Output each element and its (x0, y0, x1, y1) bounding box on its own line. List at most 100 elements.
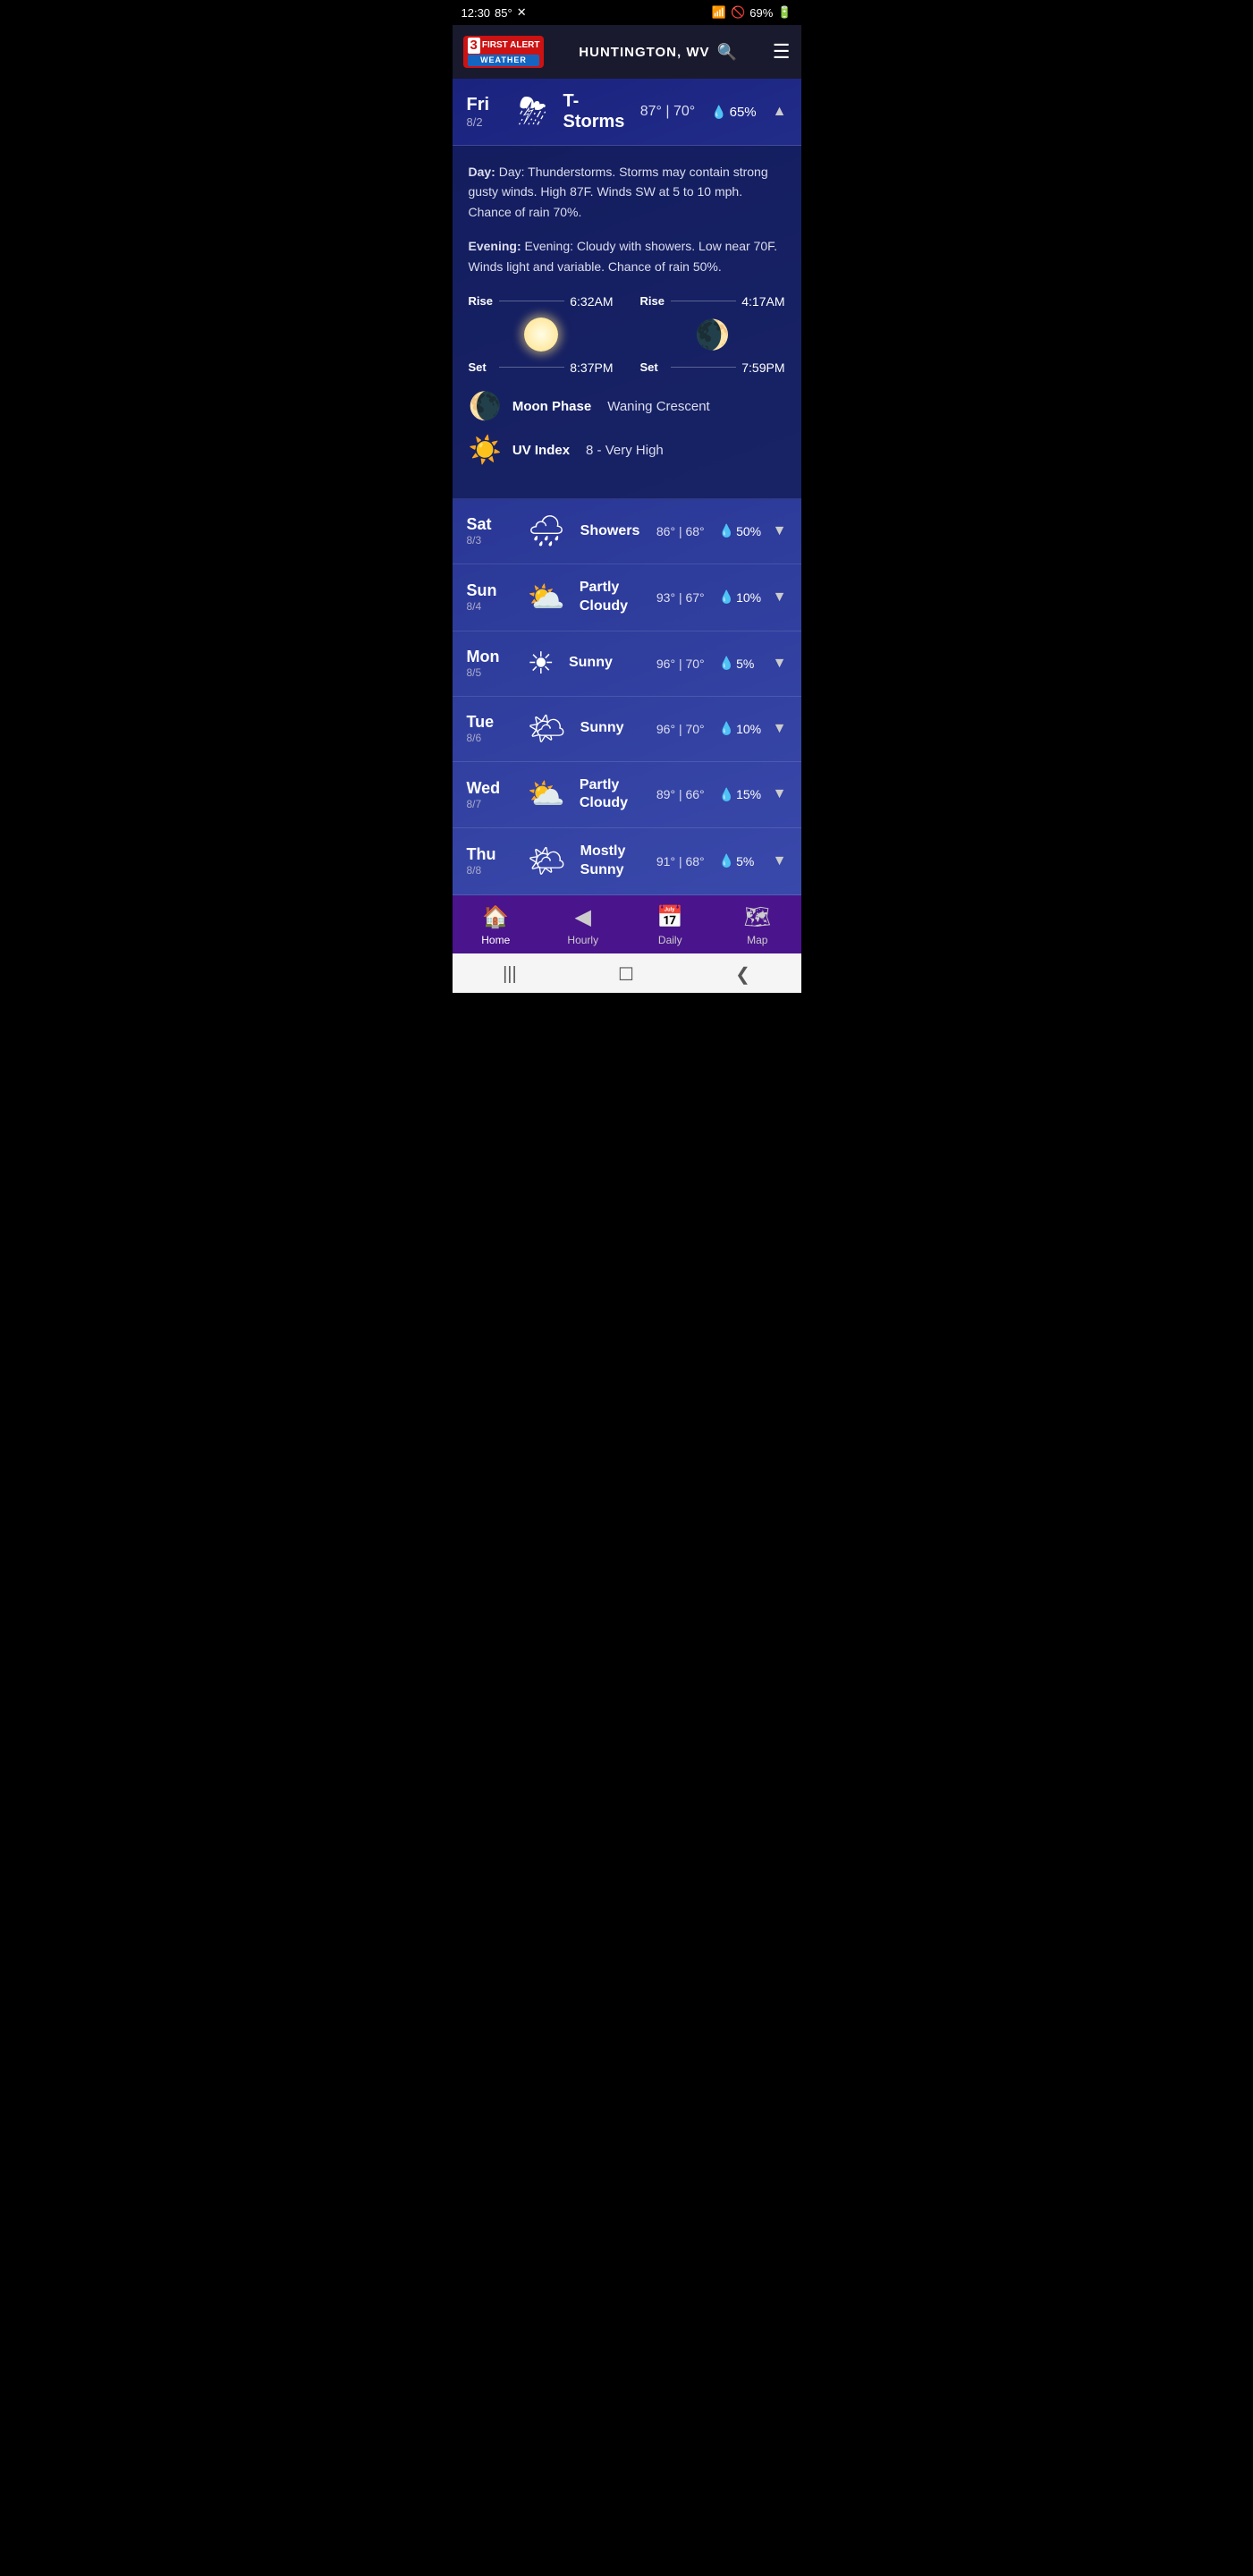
forecast-expand-3[interactable]: ▼ (773, 721, 787, 737)
forecast-day-1: Sun (467, 581, 513, 600)
forecast-condition-4: Partly Cloudy (580, 776, 648, 814)
logo-number: 3 (468, 38, 480, 54)
forecast-row[interactable]: Wed 8/7 ⛅ Partly Cloudy 89° | 66° 💧 15% … (453, 762, 801, 829)
nav-home[interactable]: 🏠 Home (464, 904, 527, 946)
forecast-temps-2: 96° | 70° (656, 657, 705, 671)
hourly-icon: ◀ (575, 904, 591, 930)
forecast-date-3: Tue 8/6 (467, 713, 513, 744)
forecast-datenum-0: 8/3 (467, 534, 513, 547)
app-header: 3 FIRST ALERT WEATHER HUNTINGTON, WV 🔍 ☰ (453, 25, 801, 79)
moon-rise-label: Rise (640, 294, 665, 308)
rise-label: Rise (469, 294, 494, 308)
forecast-row[interactable]: Mon 8/5 ☀ Sunny 96° | 70° 💧 5% ▼ (453, 631, 801, 697)
forecast-temps-3: 96° | 70° (656, 722, 705, 736)
forecast-expand-4[interactable]: ▼ (773, 786, 787, 802)
nav-daily[interactable]: 📅 Daily (639, 904, 701, 946)
today-detail-panel: Day: Day: Thunderstorms. Storms may cont… (453, 146, 801, 499)
menu-icon[interactable]: ☰ (773, 40, 791, 64)
uv-value: 8 - Very High (586, 443, 664, 458)
forecast-date-5: Thu 8/8 (467, 845, 513, 877)
forecast-datenum-1: 8/4 (467, 600, 513, 613)
forecast-row[interactable]: Tue 8/6 🌤 Sunny 96° | 70° 💧 10% ▼ (453, 697, 801, 762)
forecast-datenum-3: 8/6 (467, 732, 513, 744)
status-right: 📶 🚫 69% 🔋 (712, 5, 792, 20)
rain-icon-4: 💧 (719, 787, 734, 802)
forecast-condition-1: Partly Cloudy (580, 579, 648, 616)
wifi-icon: 📶 (712, 5, 726, 20)
forecast-expand-5[interactable]: ▼ (773, 853, 787, 869)
sun-rise-time: 6:32AM (570, 294, 613, 309)
moon-phase-label: Moon Phase (512, 399, 591, 414)
rain-icon-2: 💧 (719, 656, 734, 671)
precip-pct-5: 5% (736, 854, 754, 869)
daily-icon: 📅 (656, 904, 683, 930)
nav-map-label: Map (747, 934, 767, 946)
status-close-icon: ✕ (517, 5, 527, 20)
city-label: HUNTINGTON, WV (579, 45, 709, 60)
forecast-icon-1: ⛅ (528, 580, 565, 615)
android-back[interactable]: ❮ (735, 963, 750, 986)
nav-hourly[interactable]: ◀ Hourly (552, 904, 614, 946)
precip-pct-4: 15% (736, 787, 761, 801)
forecast-day-5: Thu (467, 845, 513, 864)
app-logo: 3 FIRST ALERT WEATHER (463, 36, 545, 68)
forecast-datenum-2: 8/5 (467, 666, 513, 679)
logo-weather: WEATHER (468, 55, 540, 66)
today-temps: 87° | 70° (640, 104, 695, 120)
nav-home-label: Home (481, 934, 510, 946)
forecast-icon-2: ☀ (528, 646, 555, 682)
android-navbar: ||| ☐ ❮ (453, 953, 801, 993)
android-home[interactable]: ☐ (618, 963, 634, 986)
rain-icon-3: 💧 (719, 721, 734, 736)
precip-pct-1: 10% (736, 590, 761, 605)
uv-label: UV Index (512, 443, 570, 458)
forecast-day-4: Wed (467, 779, 513, 798)
precip-pct-0: 50% (736, 524, 761, 538)
forecast-date-4: Wed 8/7 (467, 779, 513, 810)
sun-icon (524, 318, 558, 352)
forecast-condition-5: Mostly Sunny (580, 843, 648, 880)
city-name: HUNTINGTON, WV 🔍 (579, 43, 738, 62)
forecast-precip-2: 💧 5% (719, 656, 764, 671)
forecast-condition-3: Sunny (580, 719, 648, 738)
forecast-icon-5: 🌤 (528, 843, 566, 879)
moon-phase-icon: 🌘 (469, 391, 502, 422)
forecast-day-2: Mon (467, 648, 513, 666)
status-left: 12:30 85° ✕ (461, 5, 527, 20)
nav-daily-label: Daily (658, 934, 682, 946)
today-date: Fri 8/2 (467, 95, 503, 129)
today-high: 87° (640, 104, 662, 119)
today-low: 70° (673, 104, 695, 119)
rain-icon-1: 💧 (719, 589, 734, 605)
forecast-precip-4: 💧 15% (719, 787, 764, 802)
moon-section: Rise 4:17AM 🌒 Set 7:59PM (640, 294, 785, 375)
forecast-expand-2[interactable]: ▼ (773, 656, 787, 672)
search-icon[interactable]: 🔍 (717, 43, 738, 62)
forecast-expand-1[interactable]: ▼ (773, 589, 787, 606)
home-icon: 🏠 (482, 904, 509, 930)
forecast-temps-0: 86° | 68° (656, 524, 705, 538)
today-precip-pct: 65% (730, 105, 757, 120)
forecast-expand-0[interactable]: ▼ (773, 523, 787, 539)
moon-icon: 🌒 (695, 318, 731, 352)
today-row[interactable]: Fri 8/2 ⛈ T-Storms 87° | 70° 💧 65% ▲ (453, 79, 801, 146)
today-condition: T-Storms (563, 91, 631, 132)
android-recents[interactable]: ||| (503, 964, 517, 985)
forecast-row[interactable]: Sun 8/4 ⛅ Partly Cloudy 93° | 67° 💧 10% … (453, 564, 801, 631)
moon-set-time: 7:59PM (741, 360, 784, 375)
moon-phase-row: 🌘 Moon Phase Waning Crescent (469, 391, 785, 422)
set-label: Set (469, 360, 494, 374)
forecast-row[interactable]: Sat 8/3 🌧 Showers 86° | 68° 💧 50% ▼ (453, 499, 801, 564)
forecast-temps-4: 89° | 66° (656, 787, 705, 801)
nav-map[interactable]: 🗺 Map (726, 904, 789, 946)
today-day: Fri (467, 95, 503, 115)
precip-pct-2: 5% (736, 657, 754, 671)
forecast-precip-0: 💧 50% (719, 523, 764, 538)
status-temp: 85° (495, 6, 512, 20)
forecast-list: Sat 8/3 🌧 Showers 86° | 68° 💧 50% ▼ Sun … (453, 499, 801, 895)
today-expand-icon[interactable]: ▲ (773, 104, 787, 120)
today-date-num: 8/2 (467, 115, 503, 129)
today-day-text: Day: Day: Thunderstorms. Storms may cont… (469, 162, 785, 222)
forecast-row[interactable]: Thu 8/8 🌤 Mostly Sunny 91° | 68° 💧 5% ▼ (453, 828, 801, 895)
forecast-precip-5: 💧 5% (719, 853, 764, 869)
